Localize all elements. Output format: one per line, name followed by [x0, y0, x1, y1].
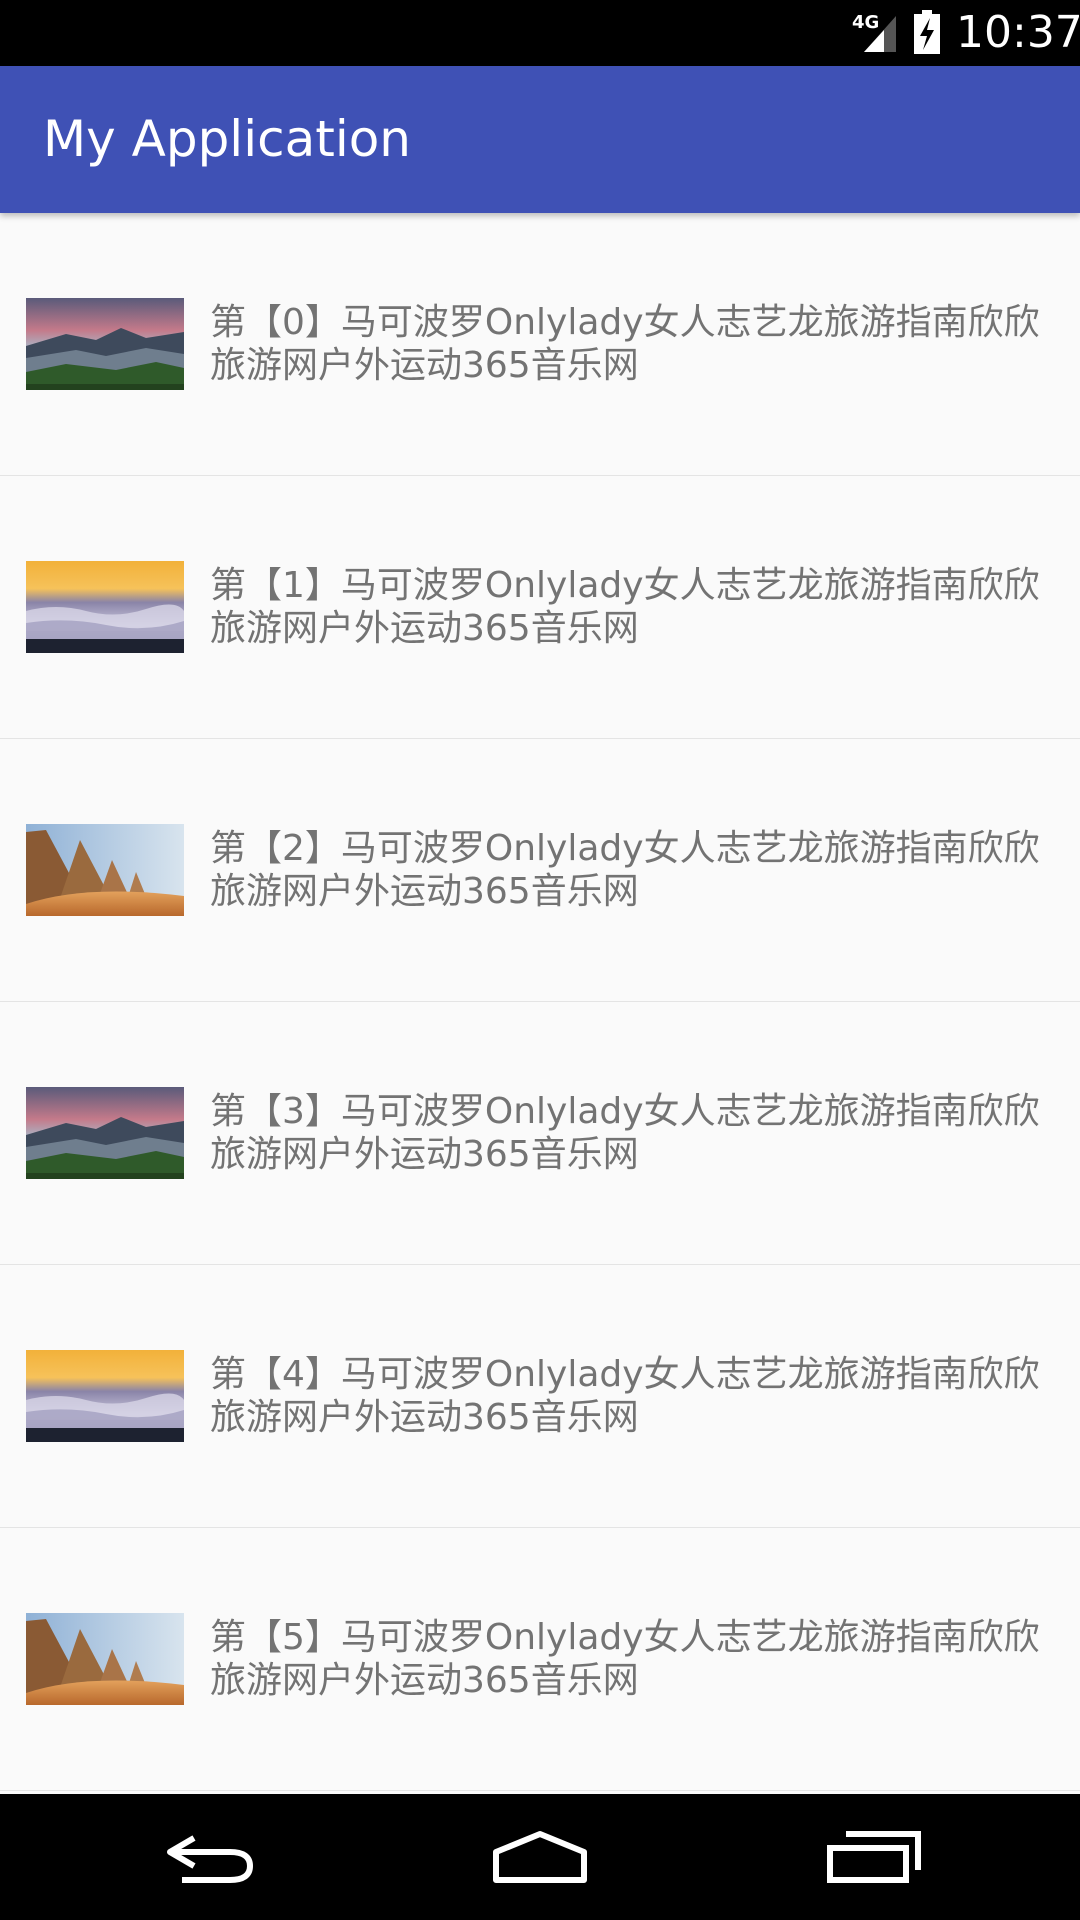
list-item[interactable]: 第【0】马可波罗Onlylady女人志艺龙旅游指南欣欣旅游网户外运动365音乐网	[0, 213, 1080, 476]
recents-icon[interactable]	[826, 1830, 922, 1886]
svg-text:4G: 4G	[852, 12, 879, 33]
item-text: 第【0】马可波罗Onlylady女人志艺龙旅游指南欣欣旅游网户外运动365音乐网	[210, 302, 1040, 386]
item-text: 第【5】马可波罗Onlylady女人志艺龙旅游指南欣欣旅游网户外运动365音乐网	[210, 1617, 1040, 1701]
item-text: 第【4】马可波罗Onlylady女人志艺龙旅游指南欣欣旅游网户外运动365音乐网	[210, 1354, 1040, 1438]
status-time: 10:37	[956, 7, 1080, 58]
thumbnail-image	[26, 824, 184, 916]
signal-icon: 4G	[852, 12, 896, 52]
list-item[interactable]: 第【1】马可波罗Onlylady女人志艺龙旅游指南欣欣旅游网户外运动365音乐网	[0, 476, 1080, 739]
battery-charging-icon	[914, 10, 940, 54]
item-text: 第【2】马可波罗Onlylady女人志艺龙旅游指南欣欣旅游网户外运动365音乐网	[210, 828, 1040, 912]
status-bar: 4G 10:37	[0, 0, 1080, 66]
item-list[interactable]: 第【0】马可波罗Onlylady女人志艺龙旅游指南欣欣旅游网户外运动365音乐网…	[0, 213, 1080, 1794]
app-title: My Application	[43, 110, 411, 168]
home-icon[interactable]	[490, 1830, 590, 1886]
item-text: 第【3】马可波罗Onlylady女人志艺龙旅游指南欣欣旅游网户外运动365音乐网	[210, 1091, 1040, 1175]
list-item[interactable]: 第【2】马可波罗Onlylady女人志艺龙旅游指南欣欣旅游网户外运动365音乐网	[0, 739, 1080, 1002]
navigation-bar	[0, 1794, 1080, 1920]
thumbnail-image	[26, 1350, 184, 1442]
thumbnail-image	[26, 561, 184, 653]
app-bar: My Application	[0, 66, 1080, 213]
back-icon[interactable]	[164, 1830, 256, 1886]
list-item[interactable]: 第【3】马可波罗Onlylady女人志艺龙旅游指南欣欣旅游网户外运动365音乐网	[0, 1002, 1080, 1265]
thumbnail-image	[26, 298, 184, 390]
thumbnail-image	[26, 1613, 184, 1705]
list-item[interactable]: 第【5】马可波罗Onlylady女人志艺龙旅游指南欣欣旅游网户外运动365音乐网	[0, 1528, 1080, 1791]
list-item[interactable]: 第【4】马可波罗Onlylady女人志艺龙旅游指南欣欣旅游网户外运动365音乐网	[0, 1265, 1080, 1528]
thumbnail-image	[26, 1087, 184, 1179]
item-text: 第【1】马可波罗Onlylady女人志艺龙旅游指南欣欣旅游网户外运动365音乐网	[210, 565, 1040, 649]
